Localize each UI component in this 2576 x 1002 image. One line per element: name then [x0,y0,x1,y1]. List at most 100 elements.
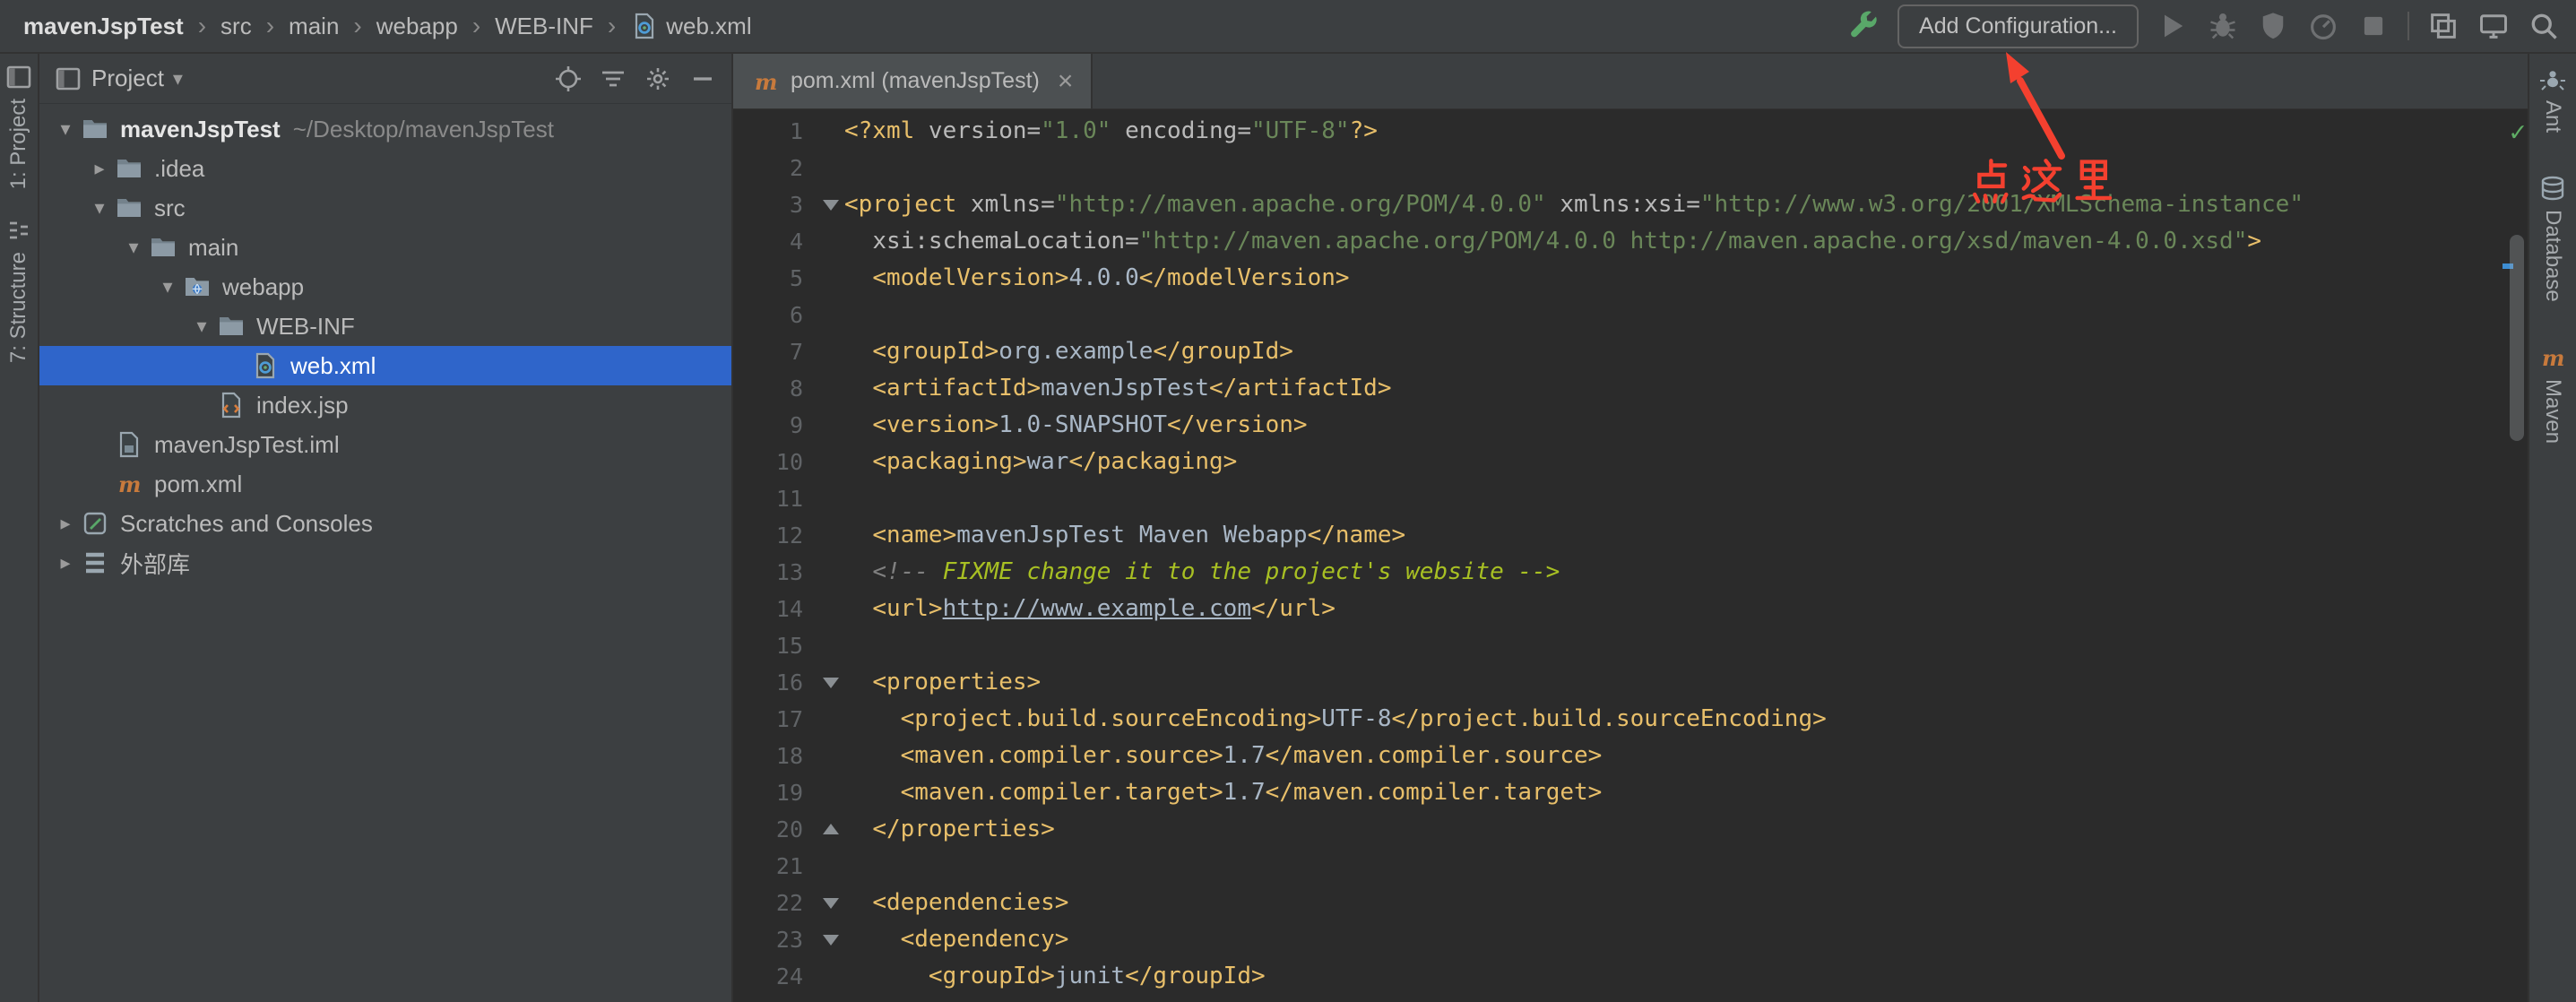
line-number: 1 [733,113,844,150]
profiler-button[interactable] [2307,10,2339,42]
breadcrumb-item[interactable]: webapp [376,13,458,40]
tool-stripe-database-button[interactable]: Database [2538,174,2567,302]
breadcrumb-item[interactable]: main [289,13,339,40]
editor-scrollbar[interactable] [2510,235,2524,441]
fold-down-icon[interactable] [823,200,839,211]
chevron-down-icon[interactable]: ▾ [186,315,217,338]
tree-item[interactable]: ▸.idea [39,149,731,188]
file-jsp-icon [217,391,246,419]
chevron-down-icon[interactable]: ▾ [84,196,115,220]
chevron-right-icon[interactable]: ▸ [50,551,81,574]
add-configuration-button[interactable]: Add Configuration... [1897,4,2139,48]
code-line: xsi:schemaLocation="http://maven.apache.… [844,223,2528,260]
chevron-right-icon[interactable]: ▸ [50,512,81,535]
code-segment: <groupId> [872,338,998,365]
line-number: 6 [733,297,844,333]
tree-item[interactable]: ▾src [39,188,731,228]
chevron-down-icon[interactable]: ▾ [118,236,149,259]
right-stripe: Ant Database mMaven [2528,54,2576,1002]
folder-icon [115,194,143,222]
chevron-right-icon[interactable]: ▸ [84,157,115,180]
chevron-down-icon[interactable]: ▾ [50,117,81,141]
project-panel-header: Project ▾ [39,54,731,104]
fold-up-icon[interactable] [823,824,839,834]
fold-down-icon[interactable] [823,678,839,688]
file-web-icon [251,351,280,380]
tool-stripe-project-button[interactable]: 1: Project [4,63,33,189]
settings-button[interactable] [644,65,672,93]
breadcrumb-item[interactable]: mavenJspTest [23,13,184,40]
chevron-down-icon[interactable]: ▾ [152,275,183,298]
database-tool-icon [2538,174,2567,203]
tree-item[interactable]: ▸ Scratches and Consoles [39,504,731,543]
code-segment: <packaging> [872,448,1026,475]
tree-item[interactable]: ▾webapp [39,267,731,307]
line-number: 18 [733,738,844,774]
debug-button[interactable] [2207,10,2239,42]
run-with-coverage-button[interactable] [2257,10,2289,42]
breadcrumb-item[interactable]: WEB-INF [495,13,593,40]
code-segment: encoding= [1111,117,1251,144]
project-panel-header-icons [554,65,717,93]
breadcrumb-item[interactable]: src [220,13,252,40]
line-number: 20 [733,811,844,848]
editor-body[interactable]: 123456789101112131415161718192021222324 … [733,109,2528,1002]
code-segment: <url> [872,595,942,622]
code-segment: <version> [872,411,998,438]
tree-item-label: 外部库 [120,547,190,580]
tree-item[interactable]: ▾mavenJspTest~/Desktop/mavenJspTest [39,109,731,149]
fold-down-icon[interactable] [823,935,839,946]
code-segment: </groupId> [1153,338,1293,365]
file-iml-icon [115,430,143,459]
tool-stripe-ant-button[interactable]: Ant [2538,65,2567,133]
breadcrumb-item[interactable]: web.xml [630,12,751,40]
editor-tab-pom-xml[interactable]: m pom.xml (mavenJspTest) × [733,54,1093,108]
folder-icon [115,154,143,183]
ui-inspector-button[interactable] [2477,10,2510,42]
line-number: 3 [733,186,844,223]
view-options-button[interactable] [599,65,627,93]
editor-area: m pom.xml (mavenJspTest) × 1234567891011… [733,54,2528,1002]
ide-window: mavenJspTest›src›main›webapp›WEB-INF›web… [0,0,2576,1002]
fold-down-icon[interactable] [823,898,839,909]
wrench-icon[interactable] [1847,10,1880,42]
tree-item[interactable]: index.jsp [39,385,731,425]
tool-stripe-maven-button[interactable]: mMaven [2538,343,2567,444]
code-segment [844,338,872,365]
inspections-ok-icon[interactable]: ✓ [2510,117,2526,148]
tool-stripe-structure-button[interactable]: 7: Structure [4,216,33,363]
code-line: <name>mavenJspTest Maven Webapp</name> [844,517,2528,554]
code-segment: </groupId> [1125,963,1266,989]
code-segment [844,595,872,622]
code-line: <!-- FIXME change it to the project's we… [844,554,2528,591]
editor-code[interactable]: <?xml version="1.0" encoding="UTF-8"?> <… [844,109,2528,1002]
select-opened-file-button[interactable] [554,65,583,93]
code-segment [844,889,872,916]
tool-windows-button[interactable] [2427,10,2459,42]
tree-item[interactable]: web.xml [39,346,731,385]
code-segment: 1.7 [1223,779,1266,806]
stop-button[interactable] [2357,10,2390,42]
tree-item[interactable]: mpom.xml [39,464,731,504]
code-segment: "http://www.w3.org/2001/XMLSchema-instan… [1700,191,2304,218]
project-panel-title-button[interactable]: Project ▾ [54,65,183,93]
scratches-icon [81,509,109,538]
code-line: <project xmlns="http://maven.apache.org/… [844,186,2528,223]
tree-item[interactable]: mavenJspTest.iml [39,425,731,464]
code-segment [844,375,872,402]
code-segment [844,779,901,806]
code-segment [844,742,901,769]
tree-item[interactable]: ▾main [39,228,731,267]
code-segment: <name> [872,522,956,549]
breadcrumb-item-label: WEB-INF [495,13,593,40]
tab-close-icon[interactable]: × [1058,68,1074,95]
tree-item[interactable]: ▸ 外部库 [39,543,731,583]
code-segment: </url> [1251,595,1336,622]
run-button[interactable] [2157,10,2189,42]
code-segment: <dependencies> [872,889,1068,916]
code-line: <dependencies> [844,885,2528,921]
tree-item[interactable]: ▾WEB-INF [39,307,731,346]
tree-item-label: Scratches and Consoles [120,510,373,538]
search-everywhere-button[interactable] [2528,10,2560,42]
hide-panel-button[interactable] [688,65,717,93]
